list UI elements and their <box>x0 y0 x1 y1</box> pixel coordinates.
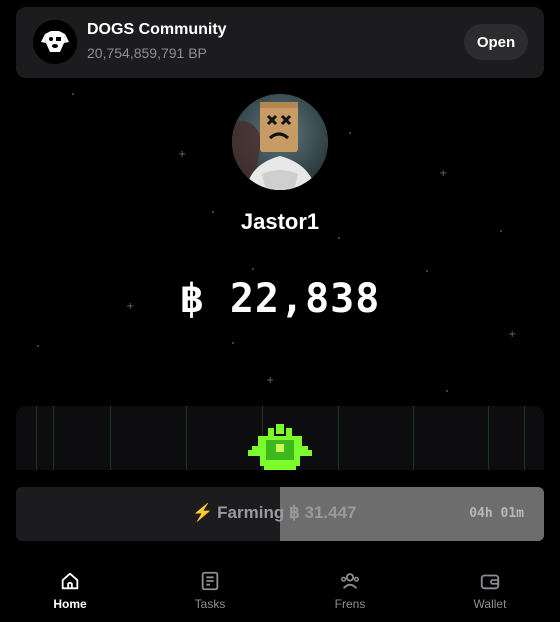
username: Jastor1 <box>240 209 320 234</box>
farming-button[interactable]: ⚡ Farming ฿ 31.447 04h 01m <box>16 487 544 541</box>
farming-label: ⚡ Farming ฿ 31.447 <box>192 503 357 523</box>
nav-home[interactable]: Home <box>20 565 120 622</box>
farming-timer: 04h 01m <box>469 506 524 521</box>
lightning-icon: ⚡ <box>192 503 214 522</box>
nav-frens[interactable]: Frens <box>300 565 400 622</box>
farming-text: Farming ฿ 31.447 <box>217 503 357 522</box>
balance-amount: ฿ 22,838 <box>179 276 381 322</box>
farming-scene <box>16 406 544 470</box>
nav-tasks-label: Tasks <box>194 597 226 611</box>
open-button[interactable]: Open <box>464 24 528 60</box>
tasks-icon <box>201 571 219 591</box>
nav-home-label: Home <box>53 597 87 611</box>
nav-wallet-label: Wallet <box>473 597 507 611</box>
community-points: 20,754,859,791 BP <box>87 45 207 61</box>
dog-logo-icon <box>33 20 77 64</box>
nav-wallet[interactable]: Wallet <box>440 565 540 622</box>
nav-tasks[interactable]: Tasks <box>160 565 260 622</box>
community-title: DOGS Community <box>87 21 227 38</box>
frens-icon <box>341 573 359 589</box>
home-icon <box>61 572 79 590</box>
community-card[interactable]: DOGS Community 20,754,859,791 BP Open <box>16 7 544 78</box>
nav-frens-label: Frens <box>334 597 366 611</box>
wallet-icon <box>480 574 500 590</box>
bottom-navigation: Home Tasks Frens Wallet <box>0 565 560 622</box>
avatar[interactable] <box>232 94 328 190</box>
plant-sprite-icon <box>248 424 312 470</box>
